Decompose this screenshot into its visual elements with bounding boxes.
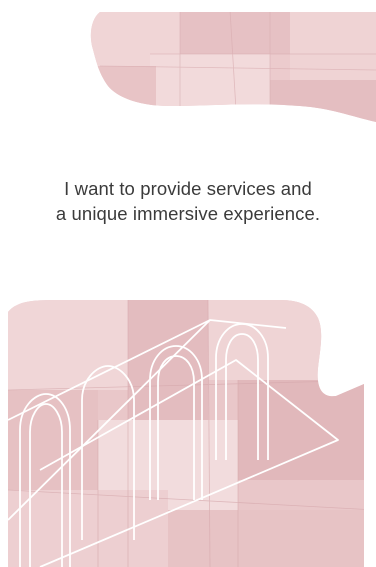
tagline-text: I want to provide services and a unique … <box>0 176 376 226</box>
fabric-collage-background <box>7 12 376 567</box>
top-fabric-image <box>90 12 376 122</box>
tagline-line-1: I want to provide services and <box>64 178 312 199</box>
app-screen: I want to provide services and a unique … <box>0 0 376 567</box>
tagline-line-2: a unique immersive experience. <box>55 203 321 224</box>
